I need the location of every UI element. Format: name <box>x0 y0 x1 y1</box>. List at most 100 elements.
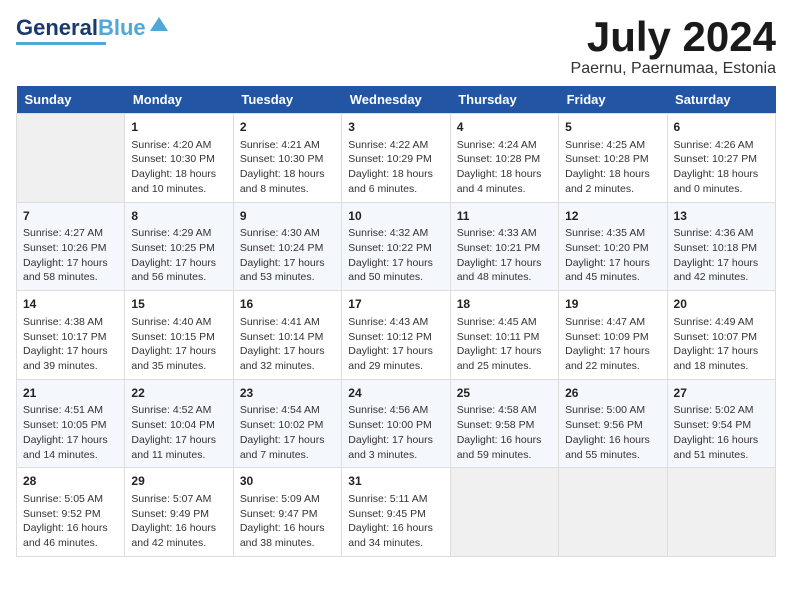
day-cell: 19 Sunrise: 4:47 AMSunset: 10:09 PMDaylig… <box>559 291 667 380</box>
day-info: Sunrise: 5:07 AMSunset: 9:49 PMDaylight:… <box>131 492 226 551</box>
day-info: Sunrise: 4:33 AMSunset: 10:21 PMDaylight… <box>457 226 552 285</box>
header-cell-tuesday: Tuesday <box>233 86 341 114</box>
day-cell: 31 Sunrise: 5:11 AMSunset: 9:45 PMDayligh… <box>342 468 450 557</box>
calendar-body: 1Sunrise: 4:20 AMSunset: 10:30 PMDayligh… <box>17 114 776 557</box>
day-info: Sunrise: 4:51 AMSunset: 10:05 PMDaylight… <box>23 403 118 462</box>
day-cell: 26Sunrise: 5:00 AMSunset: 9:56 PMDayligh… <box>559 379 667 468</box>
day-cell: 30 Sunrise: 5:09 AMSunset: 9:47 PMDayligh… <box>233 468 341 557</box>
day-number: 22 <box>131 385 226 402</box>
day-number: 20 <box>674 296 769 313</box>
day-number: 7 <box>23 208 118 225</box>
title-block: July 2024 Paernu, Paernumaa, Estonia <box>571 16 776 78</box>
week-row-5: 28Sunrise: 5:05 AMSunset: 9:52 PMDayligh… <box>17 468 776 557</box>
day-cell: 23Sunrise: 4:54 AMSunset: 10:02 PMDaylig… <box>233 379 341 468</box>
day-cell: 10Sunrise: 4:32 AMSunset: 10:22 PMDaylig… <box>342 202 450 291</box>
day-cell: 13Sunrise: 4:36 AMSunset: 10:18 PMDaylig… <box>667 202 775 291</box>
day-number: 28 <box>23 473 118 490</box>
day-info: Sunrise: 4:45 AMSunset: 10:11 PMDaylight… <box>457 315 552 374</box>
day-number: 16 <box>240 296 335 313</box>
day-number: 21 <box>23 385 118 402</box>
day-cell: 16Sunrise: 4:41 AMSunset: 10:14 PMDaylig… <box>233 291 341 380</box>
header-cell-saturday: Saturday <box>667 86 775 114</box>
day-cell <box>17 114 125 203</box>
day-info: Sunrise: 4:58 AMSunset: 9:58 PMDaylight:… <box>457 403 552 462</box>
day-number: 9 <box>240 208 335 225</box>
day-cell: 4 Sunrise: 4:24 AMSunset: 10:28 PMDayligh… <box>450 114 558 203</box>
day-number: 5 <box>565 119 660 136</box>
day-number: 2 <box>240 119 335 136</box>
day-info: Sunrise: 4:43 AMSunset: 10:12 PMDaylight… <box>348 315 443 374</box>
day-number: 23 <box>240 385 335 402</box>
day-cell: 28Sunrise: 5:05 AMSunset: 9:52 PMDayligh… <box>17 468 125 557</box>
day-cell: 7Sunrise: 4:27 AMSunset: 10:26 PMDayligh… <box>17 202 125 291</box>
day-cell: 20 Sunrise: 4:49 AMSunset: 10:07 PMDaylig… <box>667 291 775 380</box>
day-cell <box>450 468 558 557</box>
day-number: 30 <box>240 473 335 490</box>
day-number: 4 <box>457 119 552 136</box>
header-cell-sunday: Sunday <box>17 86 125 114</box>
day-number: 6 <box>674 119 769 136</box>
day-cell: 9Sunrise: 4:30 AMSunset: 10:24 PMDayligh… <box>233 202 341 291</box>
day-info: Sunrise: 4:24 AMSunset: 10:28 PMDaylight… <box>457 138 552 197</box>
day-info: Sunrise: 4:49 AMSunset: 10:07 PMDaylight… <box>674 315 769 374</box>
day-cell: 15 Sunrise: 4:40 AMSunset: 10:15 PMDaylig… <box>125 291 233 380</box>
month-title: July 2024 <box>571 16 776 58</box>
day-info: Sunrise: 4:36 AMSunset: 10:18 PMDaylight… <box>674 226 769 285</box>
day-info: Sunrise: 4:27 AMSunset: 10:26 PMDaylight… <box>23 226 118 285</box>
day-cell: 11Sunrise: 4:33 AMSunset: 10:21 PMDaylig… <box>450 202 558 291</box>
week-row-2: 7Sunrise: 4:27 AMSunset: 10:26 PMDayligh… <box>17 202 776 291</box>
day-info: Sunrise: 4:32 AMSunset: 10:22 PMDaylight… <box>348 226 443 285</box>
day-info: Sunrise: 4:52 AMSunset: 10:04 PMDaylight… <box>131 403 226 462</box>
day-info: Sunrise: 4:56 AMSunset: 10:00 PMDaylight… <box>348 403 443 462</box>
day-number: 8 <box>131 208 226 225</box>
day-info: Sunrise: 5:11 AMSunset: 9:45 PMDaylight:… <box>348 492 443 551</box>
day-cell: 25Sunrise: 4:58 AMSunset: 9:58 PMDayligh… <box>450 379 558 468</box>
day-cell: 14Sunrise: 4:38 AMSunset: 10:17 PMDaylig… <box>17 291 125 380</box>
logo-blue: Blue <box>98 15 146 40</box>
day-cell: 5Sunrise: 4:25 AMSunset: 10:28 PMDayligh… <box>559 114 667 203</box>
day-number: 15 <box>131 296 226 313</box>
day-cell: 22Sunrise: 4:52 AMSunset: 10:04 PMDaylig… <box>125 379 233 468</box>
day-number: 12 <box>565 208 660 225</box>
header-row: SundayMondayTuesdayWednesdayThursdayFrid… <box>17 86 776 114</box>
day-info: Sunrise: 5:02 AMSunset: 9:54 PMDaylight:… <box>674 403 769 462</box>
day-number: 27 <box>674 385 769 402</box>
day-cell: 8Sunrise: 4:29 AMSunset: 10:25 PMDayligh… <box>125 202 233 291</box>
header-cell-thursday: Thursday <box>450 86 558 114</box>
day-cell: 17 Sunrise: 4:43 AMSunset: 10:12 PMDaylig… <box>342 291 450 380</box>
day-info: Sunrise: 4:26 AMSunset: 10:27 PMDaylight… <box>674 138 769 197</box>
day-number: 13 <box>674 208 769 225</box>
logo-triangle-icon <box>150 15 168 33</box>
day-number: 25 <box>457 385 552 402</box>
logo-line <box>16 42 106 45</box>
day-number: 10 <box>348 208 443 225</box>
week-row-3: 14Sunrise: 4:38 AMSunset: 10:17 PMDaylig… <box>17 291 776 380</box>
day-info: Sunrise: 5:09 AMSunset: 9:47 PMDaylight:… <box>240 492 335 551</box>
day-cell: 29Sunrise: 5:07 AMSunset: 9:49 PMDayligh… <box>125 468 233 557</box>
day-number: 26 <box>565 385 660 402</box>
day-number: 17 <box>348 296 443 313</box>
day-number: 11 <box>457 208 552 225</box>
day-info: Sunrise: 4:30 AMSunset: 10:24 PMDaylight… <box>240 226 335 285</box>
week-row-1: 1Sunrise: 4:20 AMSunset: 10:30 PMDayligh… <box>17 114 776 203</box>
day-info: Sunrise: 5:00 AMSunset: 9:56 PMDaylight:… <box>565 403 660 462</box>
logo-text: GeneralBlue <box>16 16 146 40</box>
page-header: GeneralBlue July 2024 Paernu, Paernumaa,… <box>16 16 776 78</box>
day-info: Sunrise: 4:22 AMSunset: 10:29 PMDaylight… <box>348 138 443 197</box>
day-cell: 18 Sunrise: 4:45 AMSunset: 10:11 PMDaylig… <box>450 291 558 380</box>
day-info: Sunrise: 4:40 AMSunset: 10:15 PMDaylight… <box>131 315 226 374</box>
calendar-table: SundayMondayTuesdayWednesdayThursdayFrid… <box>16 86 776 557</box>
calendar-header: SundayMondayTuesdayWednesdayThursdayFrid… <box>17 86 776 114</box>
day-number: 18 <box>457 296 552 313</box>
day-info: Sunrise: 4:35 AMSunset: 10:20 PMDaylight… <box>565 226 660 285</box>
day-number: 31 <box>348 473 443 490</box>
day-info: Sunrise: 4:47 AMSunset: 10:09 PMDaylight… <box>565 315 660 374</box>
header-cell-monday: Monday <box>125 86 233 114</box>
day-number: 19 <box>565 296 660 313</box>
day-cell <box>667 468 775 557</box>
day-info: Sunrise: 4:29 AMSunset: 10:25 PMDaylight… <box>131 226 226 285</box>
day-cell <box>559 468 667 557</box>
day-info: Sunrise: 4:20 AMSunset: 10:30 PMDaylight… <box>131 138 226 197</box>
day-cell: 27Sunrise: 5:02 AMSunset: 9:54 PMDayligh… <box>667 379 775 468</box>
day-cell: 1Sunrise: 4:20 AMSunset: 10:30 PMDayligh… <box>125 114 233 203</box>
